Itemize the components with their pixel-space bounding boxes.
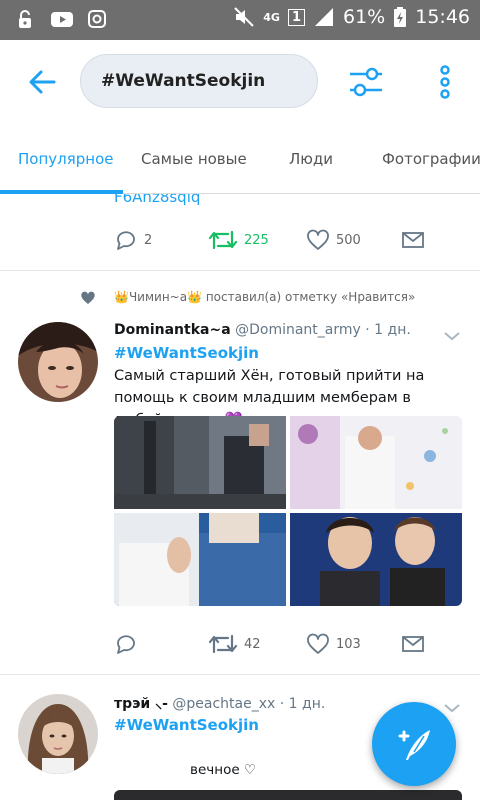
retweet-count: 42 xyxy=(244,636,261,652)
share-button[interactable] xyxy=(401,632,425,656)
instagram-icon xyxy=(86,8,108,30)
tweet-header: Dominantka~a @Dominant_army · 1 дн. xyxy=(114,322,411,338)
like-count: 103 xyxy=(336,636,361,652)
tab-top[interactable]: Популярное xyxy=(18,150,114,168)
tweet-link[interactable]: F6Ahz8sqlq xyxy=(114,194,200,206)
heart-icon xyxy=(307,633,329,654)
reply-icon xyxy=(117,231,135,250)
reply-count: 2 xyxy=(144,232,153,248)
signal-icon xyxy=(313,6,335,28)
search-input[interactable]: #WeWantSeokjin xyxy=(80,54,318,108)
tab-latest[interactable]: Самые новые xyxy=(141,150,247,168)
tweet-menu-button[interactable] xyxy=(442,328,462,342)
tweet-menu-button[interactable] xyxy=(442,700,462,714)
back-button[interactable] xyxy=(22,62,62,102)
search-query: #WeWantSeokjin xyxy=(101,71,266,91)
media-photo[interactable] xyxy=(114,513,286,606)
lock-icon xyxy=(14,8,36,30)
share-button[interactable] xyxy=(401,228,425,252)
search-filter-button[interactable] xyxy=(346,62,386,102)
avatar[interactable] xyxy=(18,322,98,402)
avatar[interactable] xyxy=(18,694,98,774)
retweet-count: 225 xyxy=(244,232,269,248)
mail-icon xyxy=(402,232,424,248)
divider xyxy=(0,270,480,271)
sim-indicator: 1 xyxy=(287,8,305,26)
hashtag-link[interactable]: #WeWantSeokjin xyxy=(114,716,259,734)
display-name[interactable]: трэй ⸜- xyxy=(114,696,168,712)
media-photo-image xyxy=(114,513,286,606)
tweet-time: · 1 дн. xyxy=(279,696,326,712)
tweet-time: · 1 дн. xyxy=(365,322,411,338)
username[interactable]: @peachtae_xx xyxy=(172,696,275,712)
divider xyxy=(0,674,480,675)
battery-charging-icon xyxy=(393,6,407,28)
screen: 4G 1 61% 15:46 #WeWantSeokjin Популярное… xyxy=(0,0,480,800)
more-vertical-icon xyxy=(440,65,450,99)
reply-button[interactable] xyxy=(114,632,138,656)
battery-percent: 61% xyxy=(343,6,386,28)
tweet-text: вечное ♡ xyxy=(190,762,257,778)
mute-icon xyxy=(233,6,255,28)
heart-icon xyxy=(307,229,329,250)
mail-icon xyxy=(402,636,424,652)
tab-photos[interactable]: Фотографии xyxy=(382,150,480,168)
tweet-header: трэй ⸜- @peachtae_xx · 1 дн. xyxy=(114,694,325,713)
media-photo[interactable] xyxy=(114,790,462,800)
media-photo[interactable] xyxy=(114,416,286,509)
hashtag-link[interactable]: #WeWantSeokjin xyxy=(114,344,259,362)
reply-button[interactable]: 2 xyxy=(114,228,152,252)
network-type: 4G xyxy=(263,10,280,24)
arrow-left-icon xyxy=(29,70,56,94)
reply-icon xyxy=(117,635,135,654)
display-name[interactable]: Dominantka~a xyxy=(114,322,231,338)
avatar-image xyxy=(18,694,98,774)
youtube-icon xyxy=(50,8,73,30)
compose-feather-icon xyxy=(398,730,430,760)
social-context: 👑Чимин~а👑 поставил(а) отметку «Нравится» xyxy=(114,290,416,304)
retweet-button[interactable]: 42 xyxy=(208,632,261,656)
avatar-image xyxy=(18,322,98,402)
retweet-icon xyxy=(208,634,238,654)
tweet-media-grid xyxy=(114,416,462,606)
like-count: 500 xyxy=(336,232,361,248)
retweet-icon xyxy=(208,230,238,250)
liked-heart-icon xyxy=(80,290,96,310)
clock: 15:46 xyxy=(415,6,470,28)
sliders-icon xyxy=(350,67,382,97)
like-button[interactable]: 500 xyxy=(306,228,361,252)
search-tabs: Популярное Самые новые Люди Фотографии xyxy=(0,122,480,194)
search-header: #WeWantSeokjin xyxy=(0,40,480,122)
chevron-down-icon xyxy=(444,332,460,341)
tab-people[interactable]: Люди xyxy=(289,150,333,168)
retweet-button[interactable]: 225 xyxy=(208,228,269,252)
chevron-down-icon xyxy=(444,704,460,713)
username[interactable]: @Dominant_army xyxy=(235,322,361,338)
compose-tweet-button[interactable] xyxy=(372,702,456,786)
media-photo-image xyxy=(290,513,462,606)
status-bar: 4G 1 61% 15:46 xyxy=(0,0,480,40)
like-button[interactable]: 103 xyxy=(306,632,361,656)
media-photo-image xyxy=(290,416,462,509)
media-photo[interactable] xyxy=(290,416,462,509)
media-photo-image xyxy=(114,416,286,509)
more-options-button[interactable] xyxy=(430,62,460,102)
media-photo[interactable] xyxy=(290,513,462,606)
